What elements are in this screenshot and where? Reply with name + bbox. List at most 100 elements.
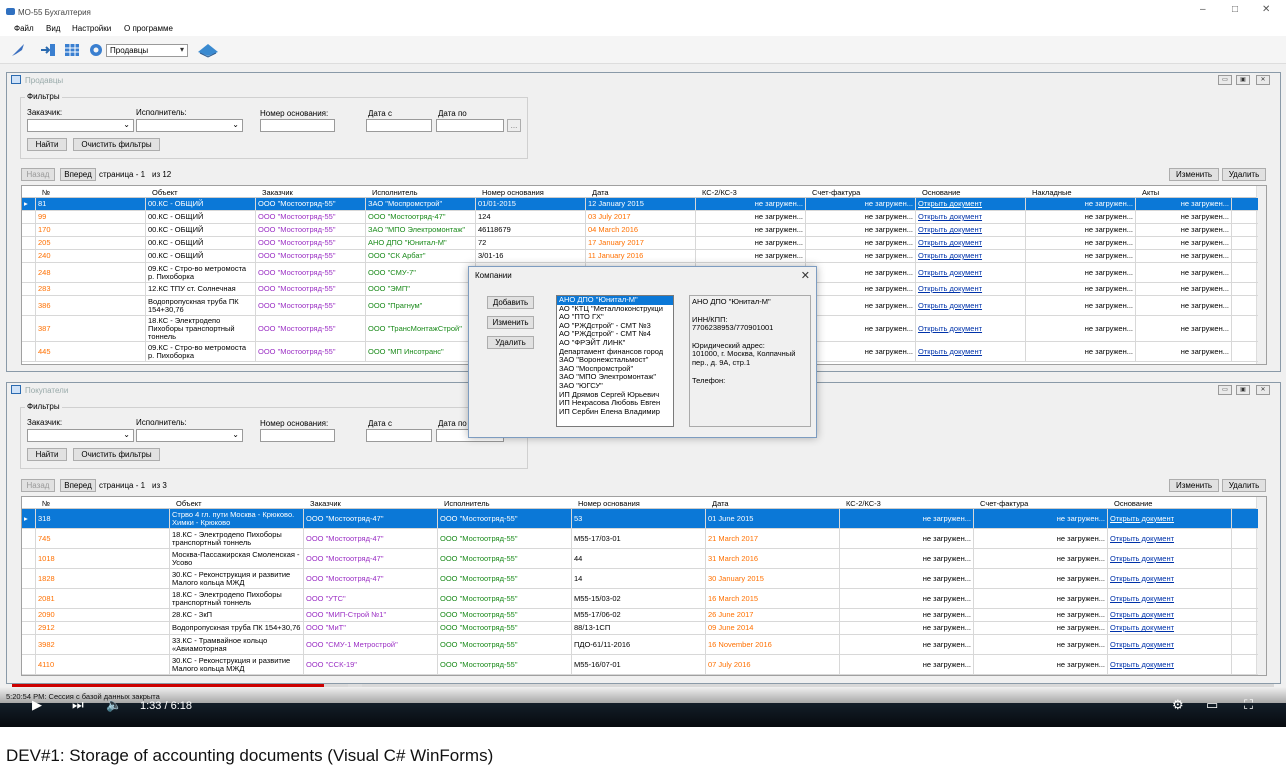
forward-button[interactable]: Вперед: [60, 168, 96, 181]
table-row[interactable]: 240 00.КС - ОБЩИЙ ООО "Мостоотряд-55" ООО "…: [22, 250, 1258, 263]
column-header[interactable]: Объект: [176, 499, 202, 508]
date-picker-button[interactable]: ...: [507, 119, 521, 132]
settings-icon[interactable]: ⚙: [1172, 697, 1184, 713]
open-document-link[interactable]: Открыть документ: [916, 316, 1026, 341]
column-header[interactable]: Заказчик: [262, 188, 293, 197]
open-document-link[interactable]: Открыть документ: [916, 198, 1026, 210]
maximize-button[interactable]: □: [1232, 4, 1238, 15]
table-row[interactable]: 2912 Водопропускная труба ПК 154+30,76 ООО…: [22, 622, 1258, 635]
mode-combo[interactable]: Продавцы ▾: [106, 44, 188, 57]
column-header[interactable]: Дата: [712, 499, 729, 508]
back-button[interactable]: Назад: [21, 479, 55, 492]
add-company-button[interactable]: Добавить: [487, 296, 534, 309]
table-row[interactable]: 3982 33.КС - Трамвайное кольцо «Авиамотор…: [22, 635, 1258, 655]
column-header[interactable]: №: [42, 499, 50, 508]
menu-about[interactable]: О программе: [124, 24, 173, 33]
buyers-table[interactable]: № Объект Заказчик Исполнитель Номер основани…: [21, 496, 1267, 676]
edit-company-button[interactable]: Изменить: [487, 316, 534, 329]
customer-select[interactable]: ⌄: [27, 119, 134, 132]
panel-close-button[interactable]: ✕: [1256, 385, 1270, 395]
open-document-link[interactable]: Открыть документ: [916, 250, 1026, 262]
open-document-link[interactable]: Открыть документ: [916, 263, 1026, 282]
next-icon[interactable]: ⏭: [72, 697, 84, 713]
gear-icon[interactable]: [88, 42, 104, 58]
delete-button[interactable]: Удалить: [1222, 168, 1266, 181]
forward-button[interactable]: Вперед: [60, 479, 96, 492]
delete-company-button[interactable]: Удалить: [487, 336, 534, 349]
company-list-item[interactable]: ИП Сербин Елена Владимир: [557, 407, 673, 417]
open-document-link[interactable]: Открыть документ: [916, 237, 1026, 249]
menu-view[interactable]: Вид: [46, 24, 60, 33]
column-header[interactable]: Основание: [1114, 499, 1152, 508]
open-document-link[interactable]: Открыть документ: [1108, 529, 1232, 548]
table-row[interactable]: ▸ 318 Стрво 4 гл. пути Москва - Крюково. Х…: [22, 509, 1258, 529]
close-button[interactable]: ✕: [1262, 4, 1270, 15]
delete-button[interactable]: Удалить: [1222, 479, 1266, 492]
table-row[interactable]: 1018 Москва-Пассажирская Смоленская - Усо…: [22, 549, 1258, 569]
find-button[interactable]: Найти: [27, 138, 67, 151]
menu-settings[interactable]: Настройки: [72, 24, 111, 33]
table-row[interactable]: 205 00.КС - ОБЩИЙ ООО "Мостоотряд-55" АНО Д…: [22, 237, 1258, 250]
column-header[interactable]: КС-2/КС-3: [702, 188, 737, 197]
table-row[interactable]: 1828 30.КС - Реконструкция и развитие Мал…: [22, 569, 1258, 589]
column-header[interactable]: Основание: [922, 188, 960, 197]
column-header[interactable]: Объект: [152, 188, 178, 197]
date-from-input[interactable]: [366, 429, 432, 442]
column-header[interactable]: Акты: [1142, 188, 1159, 197]
open-document-link[interactable]: Открыть документ: [1108, 509, 1232, 528]
column-header[interactable]: Счет-фактура: [812, 188, 860, 197]
customer-select[interactable]: ⌄: [27, 429, 134, 442]
executor-select[interactable]: ⌄: [136, 429, 243, 442]
table-row[interactable]: 99 00.КС - ОБЩИЙ ООО "Мостоотряд-55" ООО "М…: [22, 211, 1258, 224]
minimize-button[interactable]: –: [1200, 4, 1206, 15]
column-header[interactable]: Дата: [592, 188, 609, 197]
open-document-link[interactable]: Открыть документ: [916, 296, 1026, 315]
open-document-link[interactable]: Открыть документ: [1108, 655, 1232, 674]
column-header[interactable]: Заказчик: [310, 499, 341, 508]
panel-restore-button[interactable]: ▣: [1236, 385, 1250, 395]
theater-mode-icon[interactable]: ▭: [1206, 697, 1218, 713]
open-document-link[interactable]: Открыть документ: [1108, 609, 1232, 621]
companies-list[interactable]: АНО ДПО "Юнитал-М" АО "КТЦ "Металлоконстр…: [556, 295, 674, 427]
scanner-icon[interactable]: [196, 42, 220, 58]
table-row[interactable]: ▸ 81 00.КС - ОБЩИЙ ООО "Мостоотряд-55" ЗАО "…: [22, 198, 1258, 211]
menu-file[interactable]: Файл: [14, 24, 34, 33]
open-document-link[interactable]: Открыть документ: [916, 283, 1026, 295]
column-header[interactable]: Исполнитель: [372, 188, 417, 197]
open-document-link[interactable]: Открыть документ: [1108, 549, 1232, 568]
column-header[interactable]: Исполнитель: [444, 499, 489, 508]
open-document-link[interactable]: Открыть документ: [916, 211, 1026, 223]
fullscreen-icon[interactable]: ⛶: [1244, 697, 1253, 713]
column-header[interactable]: Счет-фактура: [980, 499, 1028, 508]
open-document-link[interactable]: Открыть документ: [1108, 589, 1232, 608]
panel-restore-button[interactable]: ▣: [1236, 75, 1250, 85]
import-icon[interactable]: [40, 42, 56, 58]
table-row[interactable]: 2081 18.КС - Электродепо Пихоборы транспо…: [22, 589, 1258, 609]
play-icon[interactable]: ▶: [32, 697, 42, 713]
column-header[interactable]: Номер основания: [482, 188, 544, 197]
clear-filters-button[interactable]: Очистить фильтры: [73, 138, 160, 151]
edit-button[interactable]: Изменить: [1169, 479, 1219, 492]
dialog-close-icon[interactable]: ✕: [801, 269, 810, 282]
open-document-link[interactable]: Открыть документ: [916, 342, 1026, 361]
table-row[interactable]: 170 00.КС - ОБЩИЙ ООО "Мостоотряд-55" ЗАО "…: [22, 224, 1258, 237]
open-document-link[interactable]: Открыть документ: [1108, 569, 1232, 588]
volume-icon[interactable]: 🔈: [106, 697, 122, 713]
column-header[interactable]: КС-2/КС-3: [846, 499, 881, 508]
column-header[interactable]: №: [42, 188, 50, 197]
open-document-link[interactable]: Открыть документ: [1108, 635, 1232, 654]
panel-close-button[interactable]: ✕: [1256, 75, 1270, 85]
table-icon[interactable]: [64, 42, 80, 58]
table-row[interactable]: 745 18.КС - Электродепо Пихоборы транспор…: [22, 529, 1258, 549]
column-header[interactable]: Номер основания: [578, 499, 640, 508]
clear-filters-button[interactable]: Очистить фильтры: [73, 448, 160, 461]
edit-button[interactable]: Изменить: [1169, 168, 1219, 181]
panel-minimize-button[interactable]: ▭: [1218, 75, 1232, 85]
date-to-input[interactable]: [436, 119, 504, 132]
basis-input[interactable]: [260, 429, 335, 442]
date-from-input[interactable]: [366, 119, 432, 132]
open-document-link[interactable]: Открыть документ: [1108, 622, 1232, 634]
executor-select[interactable]: ⌄: [136, 119, 243, 132]
table-row[interactable]: 4110 30.КС - Реконструкция и развитие Мал…: [22, 655, 1258, 675]
column-header[interactable]: Накладные: [1032, 188, 1072, 197]
